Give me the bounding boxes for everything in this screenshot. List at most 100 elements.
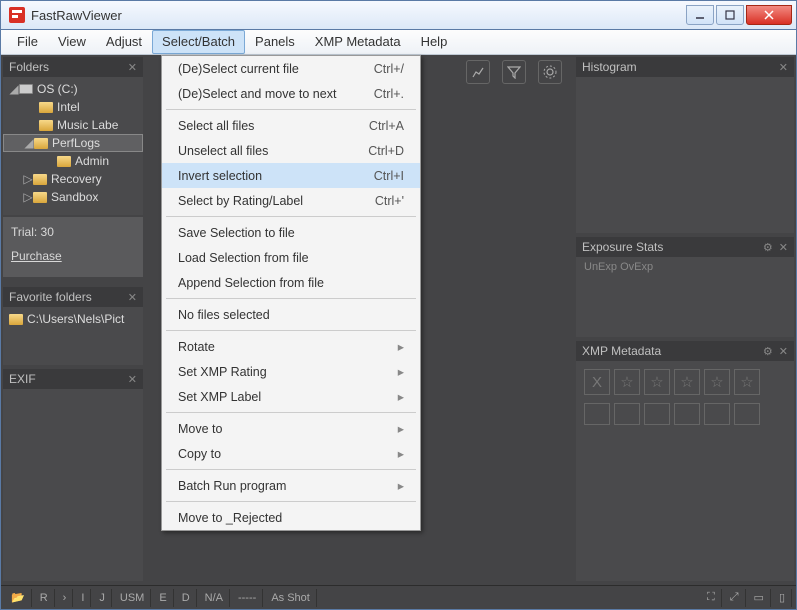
menu-item[interactable]: Set XMP Rating▸ <box>162 359 420 384</box>
fullscreen-icon[interactable]: ⤢ <box>724 589 746 607</box>
chevron-right-icon: ▸ <box>398 389 404 404</box>
menu-item[interactable]: Copy to▸ <box>162 441 420 466</box>
favorite-path[interactable]: C:\Users\Nels\Pict <box>27 312 124 326</box>
menu-item-label: Invert selection <box>178 169 374 183</box>
chevron-right-icon: ▸ <box>398 446 404 461</box>
folder-icon <box>39 120 53 131</box>
menu-item[interactable]: Load Selection from file <box>162 245 420 270</box>
close-icon[interactable]: ✕ <box>779 345 788 358</box>
menu-panels[interactable]: Panels <box>245 30 305 54</box>
menu-view[interactable]: View <box>48 30 96 54</box>
menu-item[interactable]: Batch Run program▸ <box>162 473 420 498</box>
rating-star-5[interactable]: ☆ <box>734 369 760 395</box>
folder-icon <box>33 174 47 185</box>
menu-item[interactable]: Append Selection from file <box>162 270 420 295</box>
filter-icon[interactable] <box>502 60 526 84</box>
chevron-right-icon: ▸ <box>398 339 404 354</box>
menu-file[interactable]: File <box>7 30 48 54</box>
exposure-subhead: UnExp OvExp <box>576 257 794 277</box>
label-swatch[interactable] <box>704 403 730 425</box>
menu-item-label: Load Selection from file <box>178 251 404 265</box>
rating-star-4[interactable]: ☆ <box>704 369 730 395</box>
rating-star-2[interactable]: ☆ <box>644 369 670 395</box>
purchase-link[interactable]: Purchase <box>11 249 135 263</box>
menu-adjust[interactable]: Adjust <box>96 30 152 54</box>
chevron-right-icon[interactable]: › <box>57 589 74 607</box>
trial-box: Trial: 30 Purchase <box>3 217 143 277</box>
menu-item[interactable]: Rotate▸ <box>162 334 420 359</box>
close-icon[interactable]: ✕ <box>128 291 137 304</box>
label-swatch[interactable] <box>734 403 760 425</box>
tree-item-selected: PerfLogs <box>52 136 100 150</box>
menu-item[interactable]: Set XMP Label▸ <box>162 384 420 409</box>
status-j[interactable]: J <box>93 589 112 607</box>
rating-clear[interactable]: X <box>584 369 610 395</box>
folder-icon <box>9 314 23 325</box>
gear-icon[interactable] <box>538 60 562 84</box>
gear-icon[interactable]: ⚙ <box>763 345 773 358</box>
label-swatch[interactable] <box>644 403 670 425</box>
menu-item[interactable]: Move to▸ <box>162 416 420 441</box>
xmp-panel: XMP Metadata ⚙ ✕ X ☆ ☆ ☆ ☆ ☆ <box>576 341 794 581</box>
app-icon <box>9 7 25 23</box>
title-bar: FastRawViewer <box>1 1 796 30</box>
tree-item: Recovery <box>51 172 102 186</box>
select-batch-menu: (De)Select current fileCtrl+/(De)Select … <box>161 55 421 531</box>
close-icon[interactable]: ✕ <box>779 241 788 254</box>
menu-item-label: No files selected <box>178 308 404 322</box>
status-usm[interactable]: USM <box>114 589 151 607</box>
chart-icon[interactable] <box>466 60 490 84</box>
minimize-button[interactable] <box>686 5 714 25</box>
menu-select-batch[interactable]: Select/Batch <box>152 30 245 54</box>
menu-item[interactable]: Select by Rating/LabelCtrl+' <box>162 188 420 213</box>
window-title: FastRawViewer <box>31 8 684 23</box>
folders-panel: Folders ✕ ◢OS (C:) Intel Music Labe ◢Perf… <box>3 57 143 215</box>
menu-item-label: Append Selection from file <box>178 276 404 290</box>
menu-item-label: Move to _Rejected <box>178 511 404 525</box>
close-icon[interactable]: ✕ <box>128 373 137 386</box>
folder-tree[interactable]: ◢OS (C:) Intel Music Labe ◢PerfLogs Admi… <box>3 77 143 209</box>
folder-icon <box>39 102 53 113</box>
status-d[interactable]: D <box>176 589 197 607</box>
status-edit[interactable]: ----- <box>232 589 263 607</box>
close-icon[interactable]: ✕ <box>128 61 137 74</box>
status-e[interactable]: E <box>153 589 173 607</box>
exposure-title: Exposure Stats <box>582 240 663 254</box>
gear-icon[interactable]: ⚙ <box>763 241 773 254</box>
status-r[interactable]: R <box>34 589 55 607</box>
maximize-button[interactable] <box>716 5 744 25</box>
zoom-out-icon[interactable]: ▭ <box>748 589 771 607</box>
tree-item: Sandbox <box>51 190 98 204</box>
menu-bar: File View Adjust Select/Batch Panels XMP… <box>1 30 796 55</box>
zoom-in-icon[interactable]: ▯ <box>773 589 792 607</box>
folder-open-icon[interactable]: 📂 <box>5 589 32 607</box>
status-i[interactable]: I <box>75 589 91 607</box>
menu-xmp-metadata[interactable]: XMP Metadata <box>305 30 411 54</box>
fit-icon[interactable]: ⛶ <box>701 589 722 607</box>
tree-item: Admin <box>75 154 109 168</box>
menu-shortcut: Ctrl+' <box>375 194 404 208</box>
label-swatch[interactable] <box>674 403 700 425</box>
menu-item[interactable]: (De)Select current fileCtrl+/ <box>162 56 420 81</box>
label-swatch[interactable] <box>584 403 610 425</box>
status-bar: 📂 R › I J USM E D N/A ----- As Shot ⛶ ⤢ … <box>1 585 796 609</box>
menu-shortcut: Ctrl+I <box>374 169 404 183</box>
menu-item[interactable]: Select all filesCtrl+A <box>162 113 420 138</box>
folder-icon <box>34 138 48 149</box>
tree-item: Intel <box>57 100 80 114</box>
menu-item[interactable]: Unselect all filesCtrl+D <box>162 138 420 163</box>
menu-item[interactable]: Save Selection to file <box>162 220 420 245</box>
close-icon[interactable]: ✕ <box>779 61 788 74</box>
menu-item[interactable]: Move to _Rejected <box>162 505 420 530</box>
rating-star-3[interactable]: ☆ <box>674 369 700 395</box>
folders-title: Folders <box>9 60 49 74</box>
menu-item[interactable]: Invert selectionCtrl+I <box>162 163 420 188</box>
menu-item[interactable]: No files selected <box>162 302 420 327</box>
xmp-title: XMP Metadata <box>582 344 661 358</box>
menu-item[interactable]: (De)Select and move to nextCtrl+. <box>162 81 420 106</box>
rating-star-1[interactable]: ☆ <box>614 369 640 395</box>
menu-help[interactable]: Help <box>411 30 458 54</box>
close-button[interactable] <box>746 5 792 25</box>
status-asshot[interactable]: As Shot <box>265 589 317 607</box>
label-swatch[interactable] <box>614 403 640 425</box>
